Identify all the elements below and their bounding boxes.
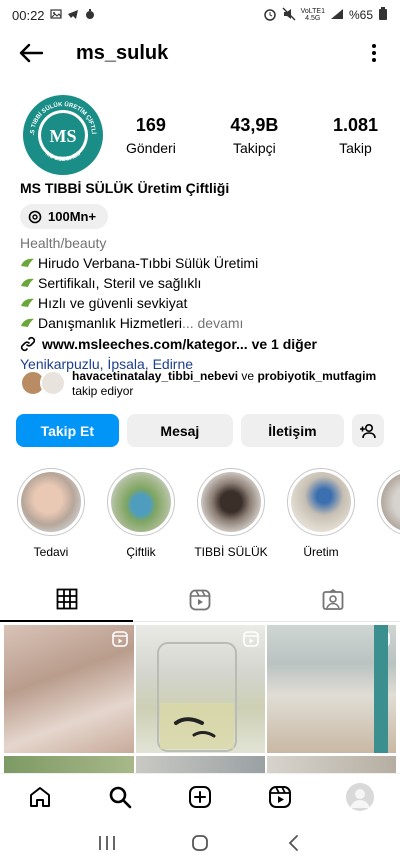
home-button[interactable] <box>180 823 220 863</box>
more-vertical-icon <box>372 44 376 62</box>
highlight-cover <box>291 472 351 532</box>
system-navigation <box>0 819 400 866</box>
followed-by-text: havacetinatalay_tibbi_nebevi ve probiyot… <box>72 369 377 398</box>
profile-actions: Takip Et Mesaj İletişim <box>16 414 384 448</box>
battery-icon <box>378 7 388 23</box>
highlight-cover <box>111 472 171 532</box>
svg-text:MS: MS <box>50 126 77 146</box>
post-thumbnail[interactable] <box>267 756 396 774</box>
bio-line: Hızlı ve güvenli sevkiyat <box>20 295 390 311</box>
follow-button[interactable]: Takip Et <box>16 414 119 447</box>
nav-home[interactable] <box>20 777 60 817</box>
stat-following[interactable]: 1.081 Takip <box>333 115 378 156</box>
nav-reels[interactable] <box>260 777 300 817</box>
threads-badge[interactable]: 100Mn+ <box>20 204 109 229</box>
follower-avatars <box>20 369 68 397</box>
leech-emoji-icon <box>20 316 38 331</box>
highlight-item[interactable]: Çiftlik <box>106 468 176 563</box>
display-name: MS TIBBİ SÜLÜK Üretim Çiftliği <box>20 180 230 196</box>
profile-tabs <box>0 578 400 622</box>
highlight-cover <box>21 472 81 532</box>
tagged-icon <box>322 588 344 610</box>
recent-apps-button[interactable] <box>87 823 127 863</box>
arrow-left-icon <box>19 43 43 63</box>
threads-label: 100Mn+ <box>48 209 97 224</box>
alarm-icon <box>263 7 277 24</box>
mute-icon <box>282 7 296 24</box>
profile-bio: MS TIBBİ SÜLÜK Üretim Çiftliği 100Mn+ He… <box>20 178 390 372</box>
signal-icon <box>330 8 344 23</box>
post-thumbnail[interactable] <box>4 625 134 753</box>
search-icon <box>109 786 132 808</box>
profile-username: ms_suluk <box>76 41 169 64</box>
post-thumbnail[interactable] <box>4 756 134 774</box>
recent-apps-icon <box>98 835 115 850</box>
profile-header: ms_suluk <box>0 30 400 76</box>
network-indicator: VoLTE1 4.5G <box>300 8 325 22</box>
followed-by[interactable]: havacetinatalay_tibbi_nebevi ve probiyot… <box>20 369 390 399</box>
avatar <box>40 370 66 396</box>
highlight-item[interactable]: Üretim <box>286 468 356 563</box>
tab-tagged[interactable] <box>266 578 400 622</box>
highlight-item[interactable]: TIBBİ SÜLÜK <box>194 468 268 563</box>
default-avatar-icon <box>350 788 370 808</box>
bottom-navigation <box>0 773 400 819</box>
leech-emoji-icon <box>20 276 38 291</box>
profile-category: Health/beauty <box>20 235 107 251</box>
post-thumbnail[interactable] <box>136 756 265 774</box>
leech-emoji-icon <box>20 256 38 271</box>
add-post-icon <box>189 785 211 808</box>
add-person-icon <box>359 423 376 438</box>
leech-emoji-icon <box>20 296 38 311</box>
reels-icon <box>269 785 291 808</box>
bio-more-link[interactable]: ... devamı <box>182 315 243 331</box>
highlight-item[interactable]: Ü <box>376 468 400 563</box>
photo-icon <box>49 8 62 23</box>
suggested-users-button[interactable] <box>351 414 384 447</box>
reel-badge-icon <box>112 631 128 647</box>
highlight-cover <box>201 472 261 532</box>
profile-summary: M.S TIBBİ SÜLÜK ÜRETİM ÇİFTLİĞİ MS LEECH… <box>20 92 390 178</box>
threads-icon <box>28 210 42 223</box>
bio-link[interactable]: www.msleeches.com/kategor... ve 1 diğer <box>20 336 390 352</box>
timer-icon <box>84 8 96 23</box>
nav-create[interactable] <box>180 777 220 817</box>
reels-icon <box>189 589 211 610</box>
highlight-cover <box>381 472 400 532</box>
nav-search[interactable] <box>100 777 140 817</box>
bio-line: Danışmanlık Hizmetleri... devamı <box>20 315 390 331</box>
bio-line: Sertifikalı, Steril ve sağlıklı <box>20 275 390 291</box>
back-button[interactable] <box>14 36 48 70</box>
nav-profile[interactable] <box>340 777 380 817</box>
system-back-button[interactable] <box>273 823 313 863</box>
tab-reels[interactable] <box>133 578 267 622</box>
shelf-rack <box>374 625 388 753</box>
home-circle-icon <box>192 834 208 851</box>
posts-grid <box>4 625 396 775</box>
tab-posts-grid[interactable] <box>0 578 134 622</box>
link-icon <box>20 336 36 352</box>
stat-followers[interactable]: 43,9B Takipçi <box>230 115 278 156</box>
post-thumbnail[interactable] <box>136 625 265 753</box>
home-icon <box>30 786 50 807</box>
highlight-item[interactable]: Tedavi <box>16 468 86 563</box>
status-bar: 00:22 VoLTE1 4.5G %65 <box>0 0 400 30</box>
jar-illustration <box>157 642 237 752</box>
contact-button[interactable]: İletişim <box>241 414 344 447</box>
story-highlights: Tedavi Çiftlik TIBBİ SÜLÜK Üretim Ü <box>16 468 400 563</box>
stat-posts[interactable]: 169 Gönderi <box>126 115 176 156</box>
battery-percent: %65 <box>348 8 373 22</box>
more-options-button[interactable] <box>362 36 386 70</box>
avatar <box>346 782 374 811</box>
ms-leeches-logo: M.S TIBBİ SÜLÜK ÜRETİM ÇİFTLİĞİ MS LEECH… <box>20 92 106 178</box>
post-thumbnail[interactable] <box>267 625 396 753</box>
message-button[interactable]: Mesaj <box>126 414 234 447</box>
bio-line: Hirudo Verbana-Tıbbi Sülük Üretimi <box>20 255 390 271</box>
chevron-left-icon <box>289 834 299 851</box>
grid-icon <box>56 588 78 610</box>
telegram-icon <box>67 8 79 23</box>
status-time: 00:22 <box>12 7 45 23</box>
profile-avatar[interactable]: M.S TIBBİ SÜLÜK ÜRETİM ÇİFTLİĞİ MS LEECH… <box>20 92 106 178</box>
